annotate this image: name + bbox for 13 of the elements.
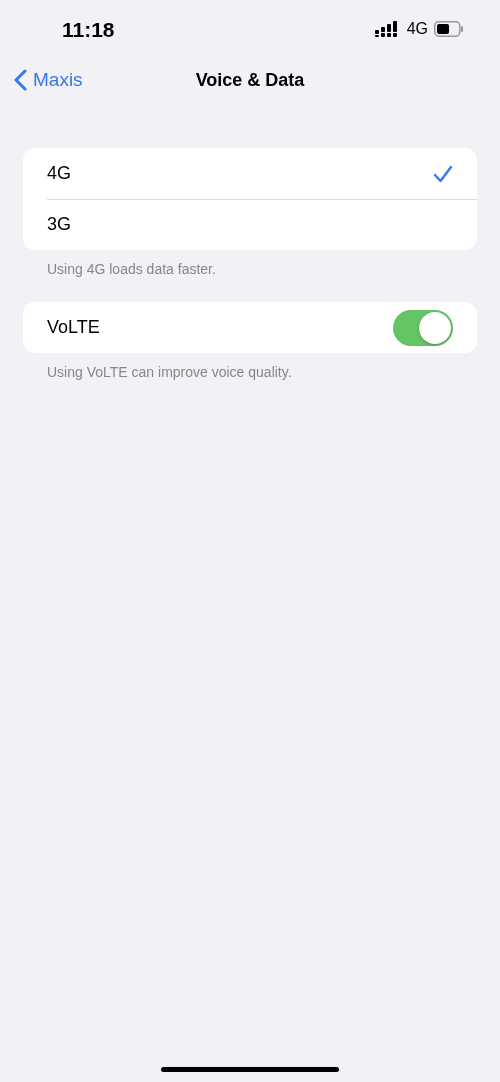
setting-label: VoLTE: [47, 317, 100, 338]
battery-icon: [434, 21, 464, 37]
section-footer: Using VoLTE can improve voice quality.: [47, 364, 453, 380]
toggle-switch[interactable]: [393, 309, 453, 346]
network-type: 4G: [406, 20, 428, 38]
page-title: Voice & Data: [195, 69, 305, 90]
checkmark-icon: [433, 164, 453, 183]
status-time: 11:18: [62, 18, 115, 42]
back-button[interactable]: Maxis: [14, 69, 83, 91]
option-row[interactable]: 3G: [23, 199, 477, 250]
option-row[interactable]: 4G: [23, 148, 477, 199]
chevron-left-icon: [14, 69, 27, 91]
section-footer: Using 4G loads data faster.: [47, 261, 453, 277]
